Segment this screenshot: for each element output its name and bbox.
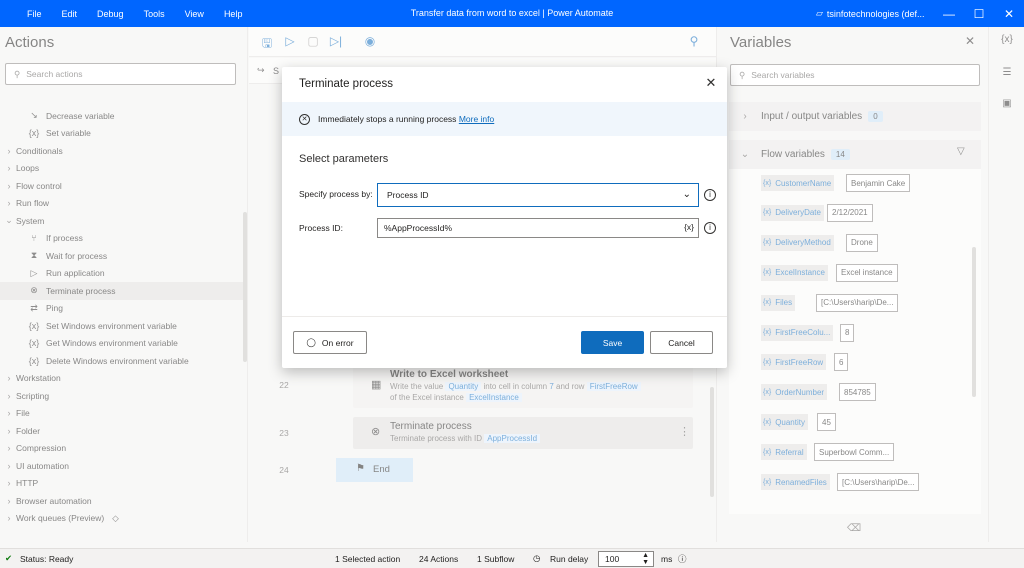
run-delay-unit: ms [661, 554, 673, 564]
process-id-input[interactable]: %AppProcessId% {x} [377, 218, 699, 238]
account-name: tsinfotechnologies (def... [826, 8, 925, 19]
parameters-heading: Select parameters [299, 153, 389, 165]
selected-count: 1 Selected action [335, 554, 401, 564]
process-id-label: Process ID: [299, 223, 343, 233]
on-error-label: On error [321, 337, 354, 348]
run-delay-label: Run delay [550, 554, 589, 564]
close-window-icon[interactable]: ✕ [994, 0, 1024, 27]
menu-bar: File Edit Debug Tools View Help [27, 0, 262, 27]
insert-variable-button[interactable]: {x} [684, 222, 694, 232]
status-ok-icon: ✔ [5, 553, 13, 563]
specify-process-dropdown[interactable]: Process ID ⌄ [377, 183, 699, 207]
dialog-close-icon[interactable]: ✕ [702, 75, 720, 93]
menu-view[interactable]: View [185, 9, 204, 19]
menu-edit[interactable]: Edit [62, 9, 78, 19]
status-text: Status: Ready [20, 554, 74, 564]
specify-process-value: Process ID [387, 190, 429, 200]
menu-help[interactable]: Help [224, 9, 243, 19]
minimize-icon[interactable]: — [934, 0, 964, 27]
account-icon: ▱ [816, 8, 823, 18]
chevron-down-icon: ⌄ [682, 189, 691, 200]
terminate-icon: ✕ [299, 113, 310, 125]
run-delay-value: 100 [605, 554, 620, 564]
actions-count: 24 Actions [419, 554, 459, 564]
cancel-button[interactable]: Cancel [650, 331, 713, 354]
shield-icon: ◯ [306, 337, 316, 347]
info-icon[interactable]: i [704, 189, 716, 201]
menu-file[interactable]: File [27, 9, 42, 19]
menu-tools[interactable]: Tools [144, 9, 165, 19]
maximize-icon[interactable]: ☐ [964, 0, 994, 27]
clock-icon: ◷ [533, 553, 541, 563]
info-icon[interactable]: i [704, 222, 716, 234]
title-bar: File Edit Debug Tools View Help Transfer… [0, 0, 1024, 27]
dialog-footer-divider [282, 316, 727, 317]
status-bar: ✔ Status: Ready 1 Selected action 24 Act… [0, 548, 1024, 568]
dialog-title: Terminate process [299, 78, 393, 90]
subflow-count: 1 Subflow [477, 554, 515, 564]
menu-debug[interactable]: Debug [97, 9, 124, 19]
more-info-link[interactable]: More info [459, 114, 494, 124]
spinner-icon[interactable]: ▲ ▼ [642, 552, 649, 566]
process-id-value: %AppProcessId% [384, 223, 453, 233]
save-button[interactable]: Save [581, 331, 644, 354]
info-text: Immediately stops a running process [318, 114, 457, 124]
account[interactable]: ▱ tsinfotechnologies (def... [816, 8, 924, 19]
on-error-button[interactable]: ◯ On error [293, 331, 367, 354]
specify-process-label: Specify process by: [299, 189, 373, 199]
terminate-process-dialog: Terminate process ✕ ✕ Immediately stops … [282, 67, 727, 368]
run-delay-input[interactable]: 100 ▲ ▼ [598, 551, 654, 567]
info-banner: ✕ Immediately stops a running process Mo… [282, 102, 727, 136]
info-icon[interactable]: ⓘ [678, 553, 687, 565]
